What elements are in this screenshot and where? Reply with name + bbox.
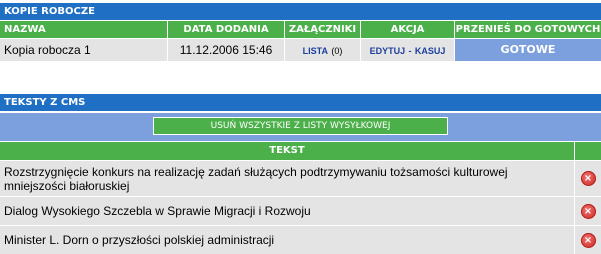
drafts-section-title: KOPIE ROBOCZE bbox=[0, 3, 601, 20]
table-row: Minister L. Dorn o przyszłości polskiej … bbox=[0, 226, 601, 254]
ready-button[interactable]: GOTOWE bbox=[455, 39, 601, 61]
cms-item-text: Minister L. Dorn o przyszłości polskiej … bbox=[0, 226, 574, 254]
delete-cell: × bbox=[575, 161, 601, 196]
column-header-action: AKCJA bbox=[361, 21, 454, 38]
drafts-table-header: NAZWA DATA DODANIA ZAŁĄCZNIKI AKCJA PRZE… bbox=[0, 21, 601, 38]
column-header-attachments: ZAŁĄCZNIKI bbox=[285, 21, 360, 38]
remove-all-button[interactable]: USUŃ WSZYSTKIE Z LISTY WYSYŁKOWEJ bbox=[153, 117, 448, 135]
column-header-move-to-ready: PRZENIEŚ DO GOTOWYCH bbox=[455, 21, 601, 38]
action-cell: EDYTUJ - KASUJ bbox=[361, 39, 454, 61]
edit-link[interactable]: EDYTUJ bbox=[370, 46, 406, 56]
cms-item-text: Dialog Wysokiego Szczebla w Sprawie Migr… bbox=[0, 197, 574, 225]
column-header-text: TEKST bbox=[0, 142, 574, 160]
delete-icon[interactable]: × bbox=[580, 232, 596, 248]
attachments-count: (0) bbox=[331, 46, 343, 56]
table-row: Rozstrzygnięcie konkurs na realizację za… bbox=[0, 161, 601, 196]
table-row: Kopia robocza 1 11.12.2006 15:46 LISTA (… bbox=[0, 39, 601, 61]
delete-link[interactable]: KASUJ bbox=[415, 46, 446, 56]
cms-section-title: TEKSTY Z CMS bbox=[0, 94, 601, 111]
attachments-list-link[interactable]: LISTA bbox=[303, 46, 328, 56]
attachments-cell: LISTA (0) bbox=[285, 39, 360, 61]
draft-date: 11.12.2006 15:46 bbox=[168, 39, 284, 61]
delete-cell: × bbox=[575, 197, 601, 225]
cms-item-text: Rozstrzygnięcie konkurs na realizację za… bbox=[0, 161, 574, 196]
table-row: Dialog Wysokiego Szczebla w Sprawie Migr… bbox=[0, 197, 601, 225]
delete-icon[interactable]: × bbox=[580, 171, 596, 186]
column-header-delete bbox=[575, 142, 601, 160]
action-separator: - bbox=[408, 46, 412, 56]
delete-cell: × bbox=[575, 226, 601, 254]
draft-name: Kopia robocza 1 bbox=[0, 39, 167, 61]
delete-icon[interactable]: × bbox=[580, 203, 596, 219]
column-header-name: NAZWA bbox=[0, 21, 167, 38]
column-header-date-added: DATA DODANIA bbox=[168, 21, 284, 38]
cms-toolbar: USUŃ WSZYSTKIE Z LISTY WYSYŁKOWEJ bbox=[0, 113, 601, 141]
